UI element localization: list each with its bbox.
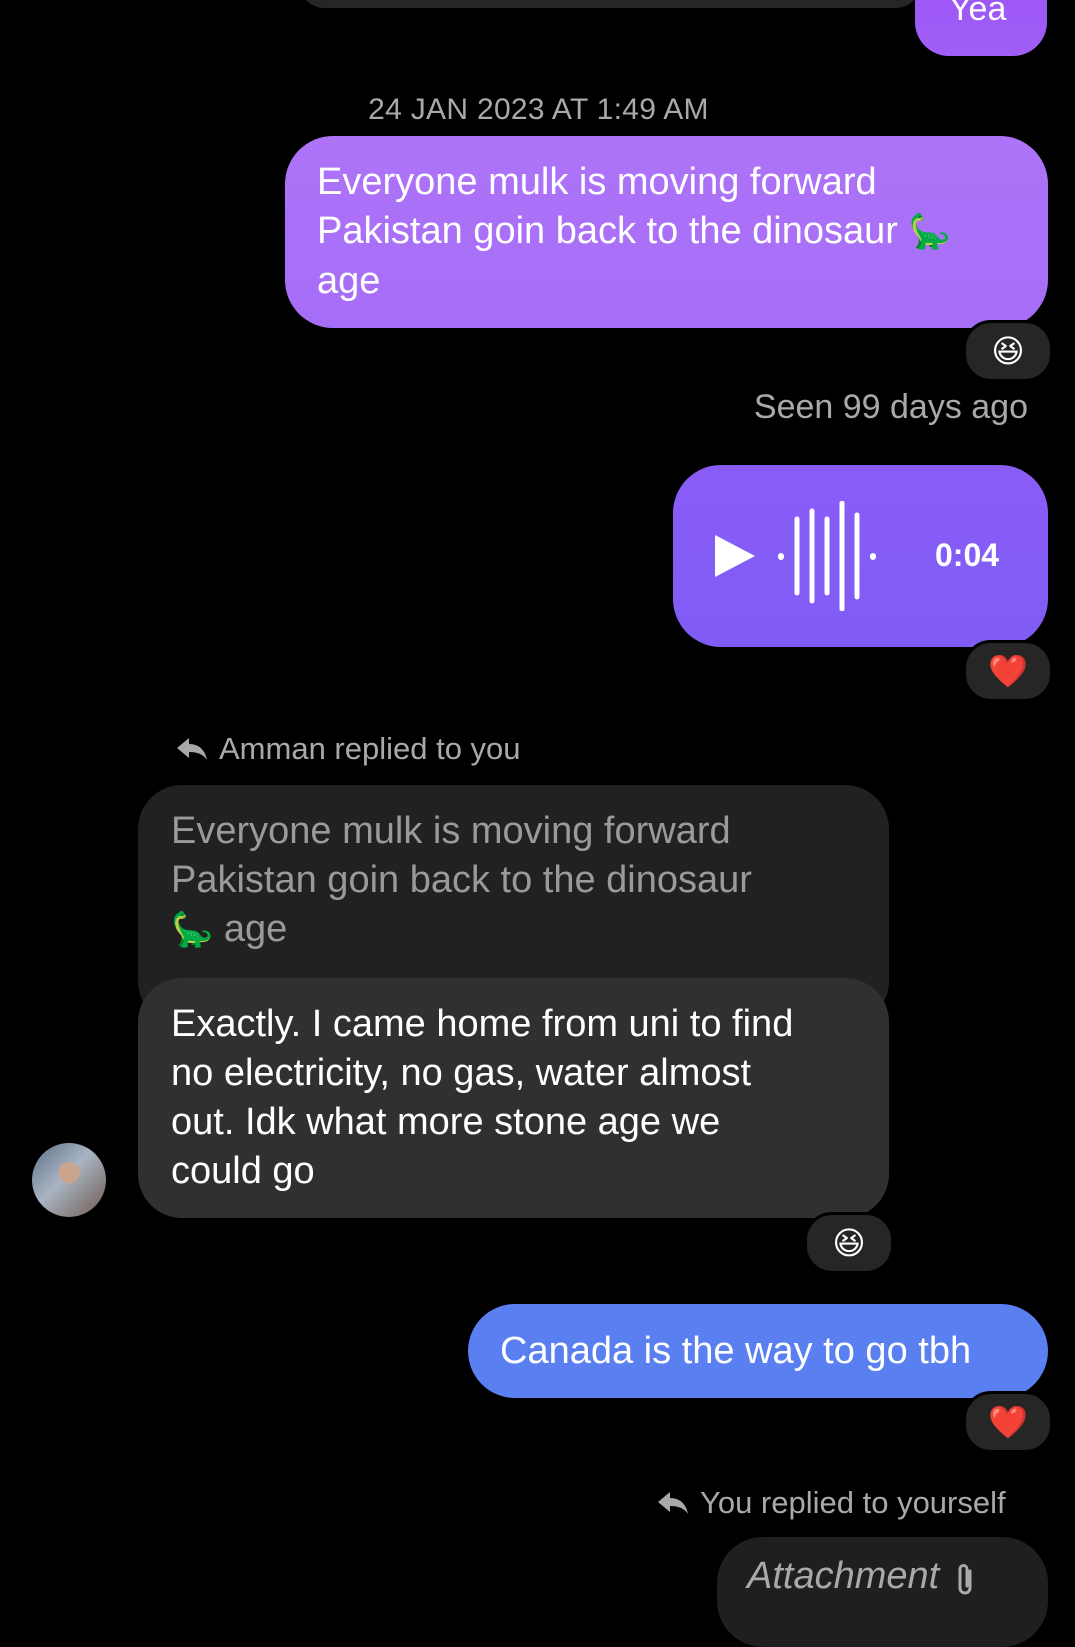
- heart-emoji: ❤️: [988, 653, 1028, 689]
- reply-context-text: Amman replied to you: [219, 731, 521, 766]
- reply-context-label: You replied to yourself: [656, 1485, 1006, 1521]
- avatar[interactable]: [32, 1143, 106, 1217]
- timestamp-text: 24 JAN 2023 AT 1:49 AM: [368, 93, 709, 126]
- message-line-3: age: [317, 260, 381, 302]
- message-text: Everyone mulk is moving forward Pakistan…: [317, 158, 1020, 306]
- message-line-2: Pakistan goin back to the dinosaur: [317, 210, 898, 252]
- dinosaur-emoji: 🦕: [908, 213, 951, 251]
- reply-context-label: Amman replied to you: [175, 731, 521, 767]
- my-message-bubble-yea[interactable]: Yea: [915, 0, 1047, 56]
- laughing-emoji: 😆: [832, 1225, 866, 1261]
- reply-arrow-icon: [177, 738, 207, 760]
- reply-arrow-icon: [658, 1492, 688, 1514]
- reaction-badge[interactable]: ❤️: [963, 1391, 1053, 1453]
- voice-duration: 0:04: [935, 537, 1000, 573]
- reply-context-text: You replied to yourself: [700, 1485, 1006, 1520]
- waveform-icon: [778, 501, 876, 611]
- seen-status: Seen 99 days ago: [753, 388, 1028, 426]
- dinosaur-emoji: 🦕: [171, 911, 214, 949]
- paperclip-icon: [958, 1564, 972, 1595]
- message-line-1: Everyone mulk is moving forward: [317, 161, 877, 203]
- attachment-bubble[interactable]: Attachment: [717, 1537, 1048, 1647]
- previous-message-bubble[interactable]: [300, 0, 920, 8]
- my-message-bubble[interactable]: Everyone mulk is moving forward Pakistan…: [285, 136, 1048, 328]
- heart-emoji: ❤️: [988, 1404, 1028, 1440]
- reaction-badge[interactable]: ❤️: [963, 640, 1053, 702]
- message-text: Yea: [949, 0, 1007, 28]
- attachment-label: Attachment: [747, 1555, 940, 1597]
- chat-timestamp: 24 JAN 2023 AT 1:49 AM: [0, 93, 1075, 127]
- reaction-badge[interactable]: 😆: [963, 320, 1053, 382]
- quoted-line-3: age: [223, 908, 288, 950]
- quoted-line-1: Everyone mulk is moving forward: [171, 810, 731, 852]
- voice-message-bubble[interactable]: 0:04: [673, 465, 1048, 647]
- reaction-badge[interactable]: 😆: [804, 1212, 894, 1274]
- quoted-text: Everyone mulk is moving forward Pakistan…: [171, 807, 857, 955]
- message-text: Exactly. I came home from uni to find no…: [171, 1003, 794, 1192]
- my-message-bubble-blue[interactable]: Canada is the way to go tbh: [468, 1304, 1048, 1398]
- message-text: Canada is the way to go tbh: [500, 1330, 972, 1372]
- laughing-emoji: 😆: [991, 333, 1025, 369]
- play-icon[interactable]: [715, 535, 755, 577]
- other-message-bubble[interactable]: Exactly. I came home from uni to find no…: [138, 978, 889, 1218]
- quoted-line-2: Pakistan goin back to the dinosaur: [171, 859, 752, 901]
